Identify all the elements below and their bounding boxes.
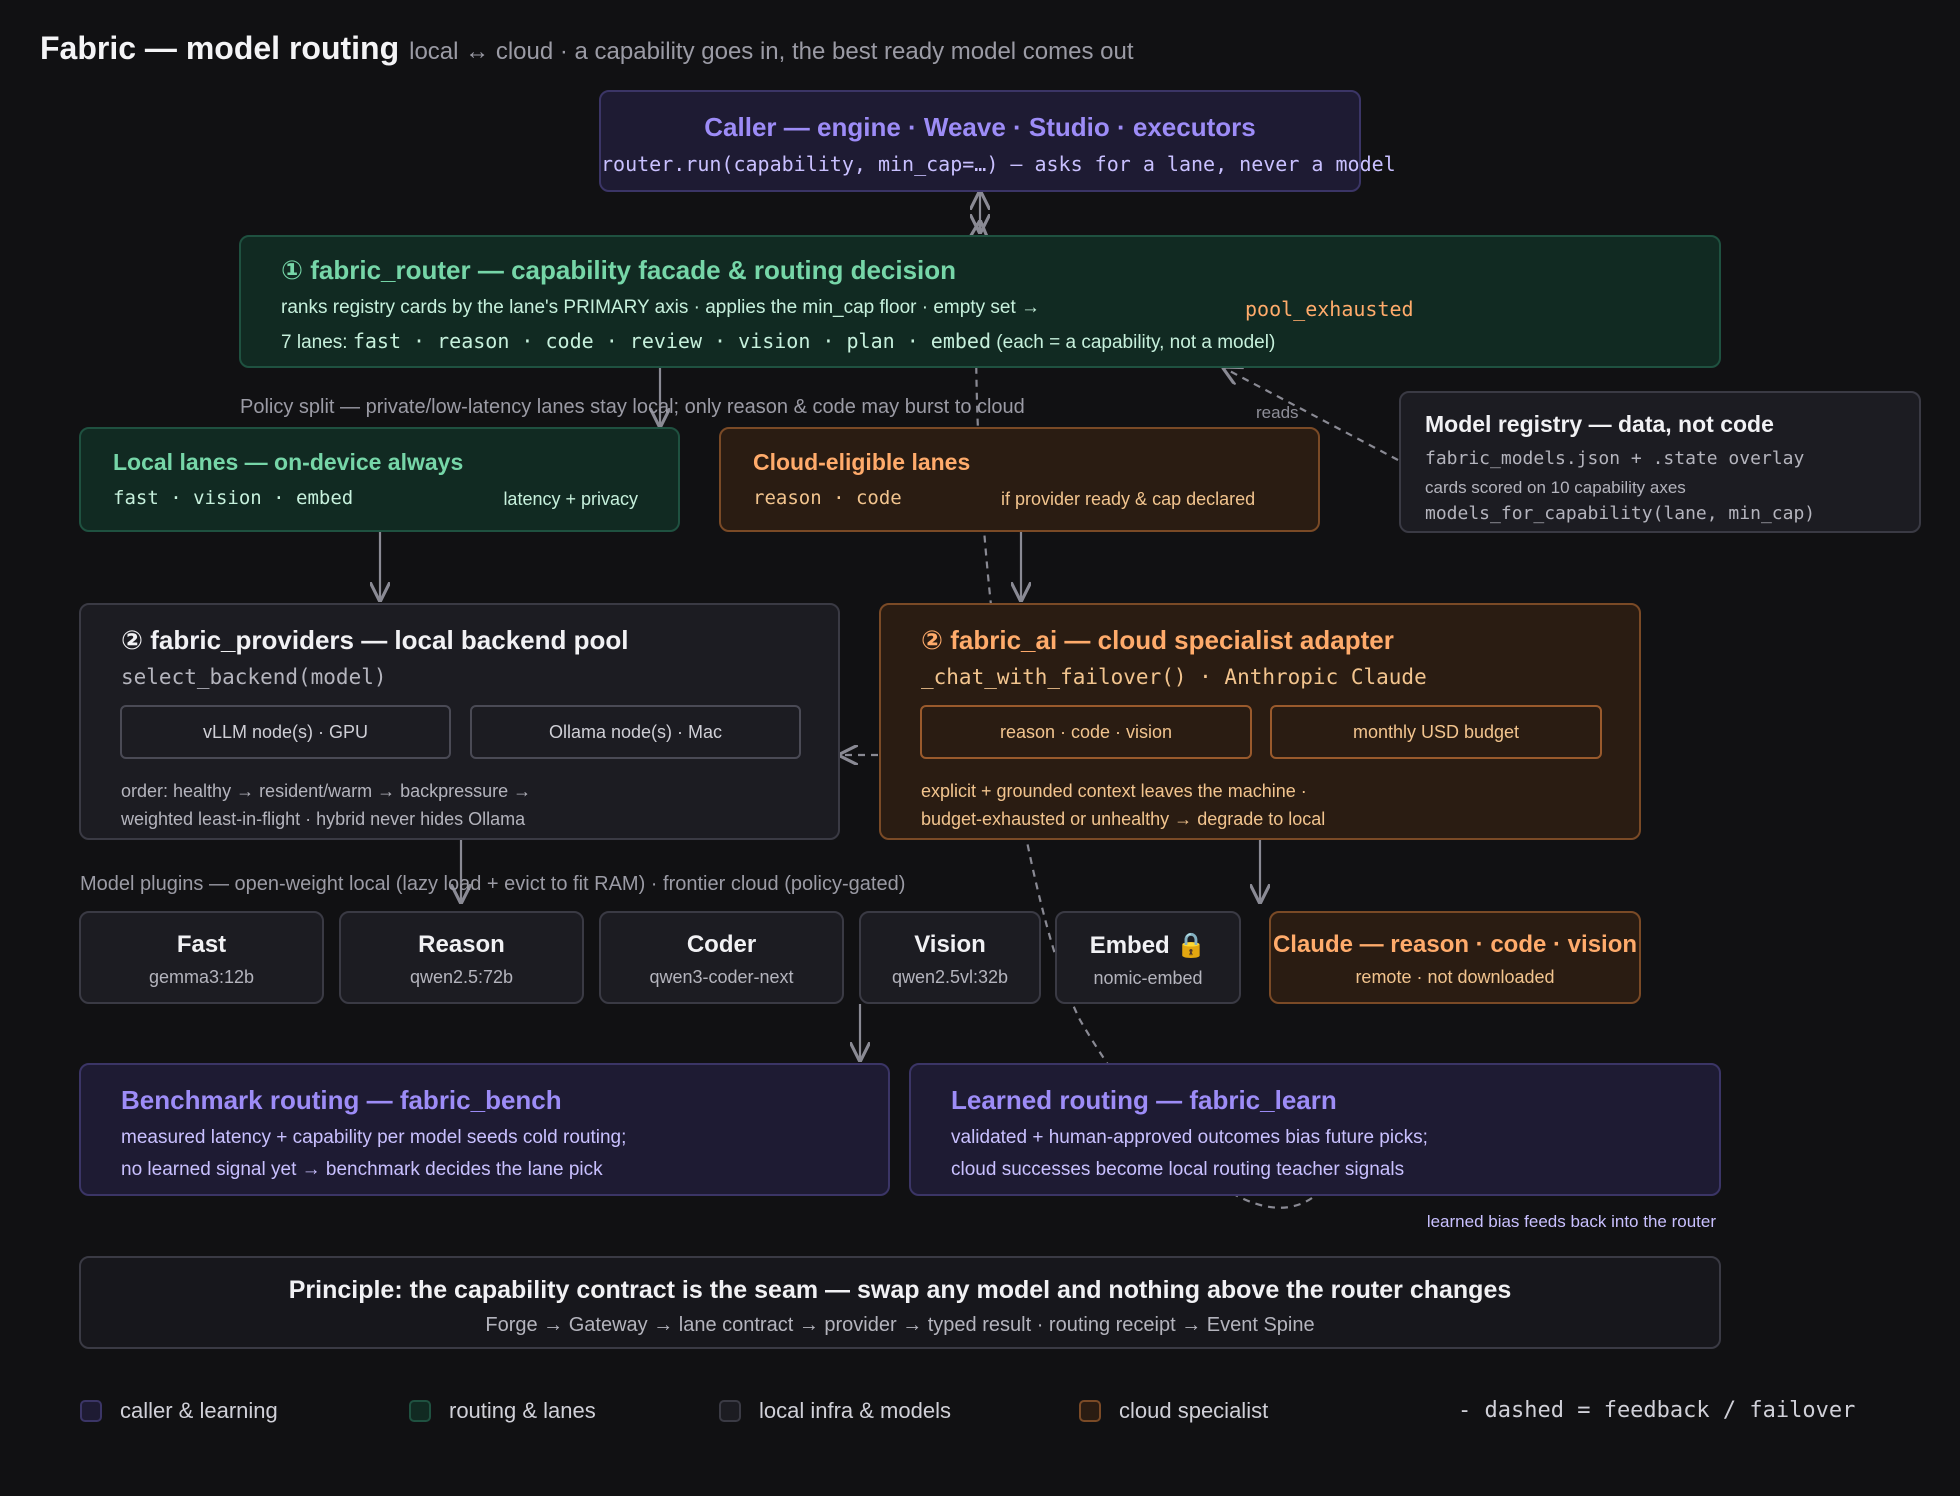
reads-label: reads — [1256, 403, 1299, 422]
cloud-capabilities-pill: reason · code · vision — [920, 705, 1252, 759]
legend-label: local infra & models — [759, 1398, 951, 1423]
legend-swatch-gray — [719, 1400, 741, 1422]
registry-file: fabric_models.json + .state overlay — [1425, 448, 1805, 469]
lanes-list: fast · reason · code · review · vision ·… — [352, 329, 992, 353]
local-lanes-title: Local lanes — on-device always — [113, 449, 464, 475]
model-name: Vision — [914, 931, 986, 958]
local-lanes-tag: latency + privacy — [503, 489, 638, 509]
model-id: remote · not downloaded — [1355, 967, 1555, 987]
registry-title: Model registry — data, not code — [1425, 411, 1774, 437]
bench-box: Benchmark routing — fabric_bench measure… — [79, 1063, 890, 1196]
registry-box: Model registry — data, not code fabric_m… — [1399, 391, 1921, 533]
model-name: Fast — [176, 931, 227, 958]
router-title: ① fabric_router — capability facade & ro… — [281, 255, 957, 285]
caller-box: Caller — engine · Weave · Studio · execu… — [599, 90, 1396, 192]
cloud-lanes-box: Cloud-eligible lanes reason · code if pr… — [719, 427, 1320, 532]
legend-swatch-orange — [1079, 1400, 1101, 1422]
model-id: qwen2.5vl:32b — [891, 967, 1009, 987]
cloud-lanes-title: Cloud-eligible lanes — [753, 449, 971, 475]
model-card-coder: Coder qwen3-coder-next — [599, 911, 844, 1004]
legend-label: routing & lanes — [449, 1398, 596, 1423]
model-card-reason: Reason qwen2.5:72b — [339, 911, 584, 1004]
learn-line1: validated + human-approved outcomes bias… — [951, 1127, 1428, 1148]
principle-title: Principle: the capability contract is th… — [288, 1276, 1512, 1304]
model-name: Coder — [686, 931, 757, 958]
providers-fn: select_backend(model) — [121, 665, 387, 689]
legend-swatch-purple — [80, 1400, 102, 1422]
pool-exhausted-label: pool_exhausted — [1245, 297, 1414, 321]
local-lanes-box: Local lanes — on-device always fast · vi… — [79, 427, 680, 532]
router-rank-line: ranks registry cards by the lane's PRIMA… — [281, 297, 1041, 318]
model-name: Embed 🔒 — [1089, 932, 1207, 959]
fabric-ai-line2: budget-exhausted or unhealthy → degrade … — [921, 809, 1326, 829]
cloud-lanes-list: reason · code — [753, 487, 902, 509]
plugins-note: Model plugins — open-weight local (lazy … — [80, 873, 906, 895]
providers-order-line2: weighted least-in-flight · hybrid never … — [121, 809, 526, 829]
usd-budget-pill: monthly USD budget — [1270, 705, 1602, 759]
policy-note: Policy split — private/low-latency lanes… — [240, 396, 1025, 418]
legend-label: cloud specialist — [1119, 1398, 1269, 1423]
lanes-prefix: 7 lanes: — [281, 332, 348, 353]
registry-desc: cards scored on 10 capability axes — [1425, 478, 1686, 497]
model-card-vision: Vision qwen2.5vl:32b — [859, 911, 1041, 1004]
bench-title: Benchmark routing — fabric_bench — [121, 1085, 562, 1115]
legend-local-infra: local infra & models — [719, 1398, 951, 1424]
learn-line2: cloud successes become local routing tea… — [951, 1159, 1405, 1180]
model-id: qwen3-coder-next — [649, 967, 794, 987]
local-lanes-list: fast · vision · embed — [113, 487, 354, 509]
model-card-claude: Claude — reason · code · vision remote ·… — [1269, 911, 1641, 1004]
fabric-ai-title: ② fabric_ai — cloud specialist adapter — [921, 625, 1394, 655]
bench-line2: no learned signal yet → benchmark decide… — [121, 1159, 603, 1180]
principle-sub: Forge → Gateway → lane contract → provid… — [485, 1314, 1315, 1336]
learn-box: Learned routing — fabric_learn validated… — [909, 1063, 1721, 1196]
learn-title: Learned routing — fabric_learn — [951, 1085, 1337, 1115]
model-name: Claude — reason · code · vision — [1272, 931, 1638, 958]
legend-label: - dashed = feedback / failover — [1458, 1398, 1856, 1423]
feedback-note: learned bias feeds back into the router — [1426, 1212, 1716, 1231]
providers-title: ② fabric_providers — local backend pool — [121, 625, 629, 655]
legend-dashed: - dashed = feedback / failover — [1458, 1398, 1855, 1423]
router-box: ① fabric_router — capability facade & ro… — [239, 235, 1721, 368]
providers-order-line1: order: healthy → resident/warm → backpre… — [121, 781, 532, 801]
cloud-lanes-tag: if provider ready & cap declared — [1001, 489, 1256, 509]
caller-title: Caller — engine · Weave · Studio · execu… — [704, 112, 1256, 142]
model-name: Reason — [418, 931, 505, 958]
fabric-ai-fn: _chat_with_failover() · Anthropic Claude — [921, 665, 1427, 689]
legend-label: caller & learning — [120, 1398, 278, 1423]
model-id: qwen2.5:72b — [409, 967, 514, 987]
legend-caller-learning: caller & learning — [80, 1398, 278, 1424]
legend-routing-lanes: routing & lanes — [409, 1398, 596, 1424]
legend-cloud-specialist: cloud specialist — [1079, 1398, 1268, 1424]
vllm-pill: vLLM node(s) · GPU — [120, 705, 451, 759]
fabric-ai-line1: explicit + grounded context leaves the m… — [921, 781, 1307, 801]
fabric-ai-box: ② fabric_ai — cloud specialist adapter _… — [879, 603, 1641, 840]
model-card-embed: Embed 🔒 nomic-embed — [1055, 911, 1241, 1004]
bench-line1: measured latency + capability per model … — [121, 1127, 627, 1148]
caller-code: router.run(capability, min_cap=…) — asks… — [601, 152, 1396, 176]
providers-box: ② fabric_providers — local backend pool … — [79, 603, 840, 840]
model-id: nomic-embed — [1093, 968, 1203, 988]
legend-swatch-green — [409, 1400, 431, 1422]
router-lanes-line: 7 lanes: fast · reason · code · review ·… — [281, 329, 1275, 354]
registry-fn: models_for_capability(lane, min_cap) — [1425, 503, 1816, 524]
model-card-fast: Fast gemma3:12b — [79, 911, 324, 1004]
ollama-pill: Ollama node(s) · Mac — [470, 705, 801, 759]
model-id: gemma3:12b — [148, 967, 255, 987]
lanes-suffix: (each = a capability, not a model) — [996, 332, 1276, 353]
principle-box: Principle: the capability contract is th… — [79, 1256, 1721, 1349]
